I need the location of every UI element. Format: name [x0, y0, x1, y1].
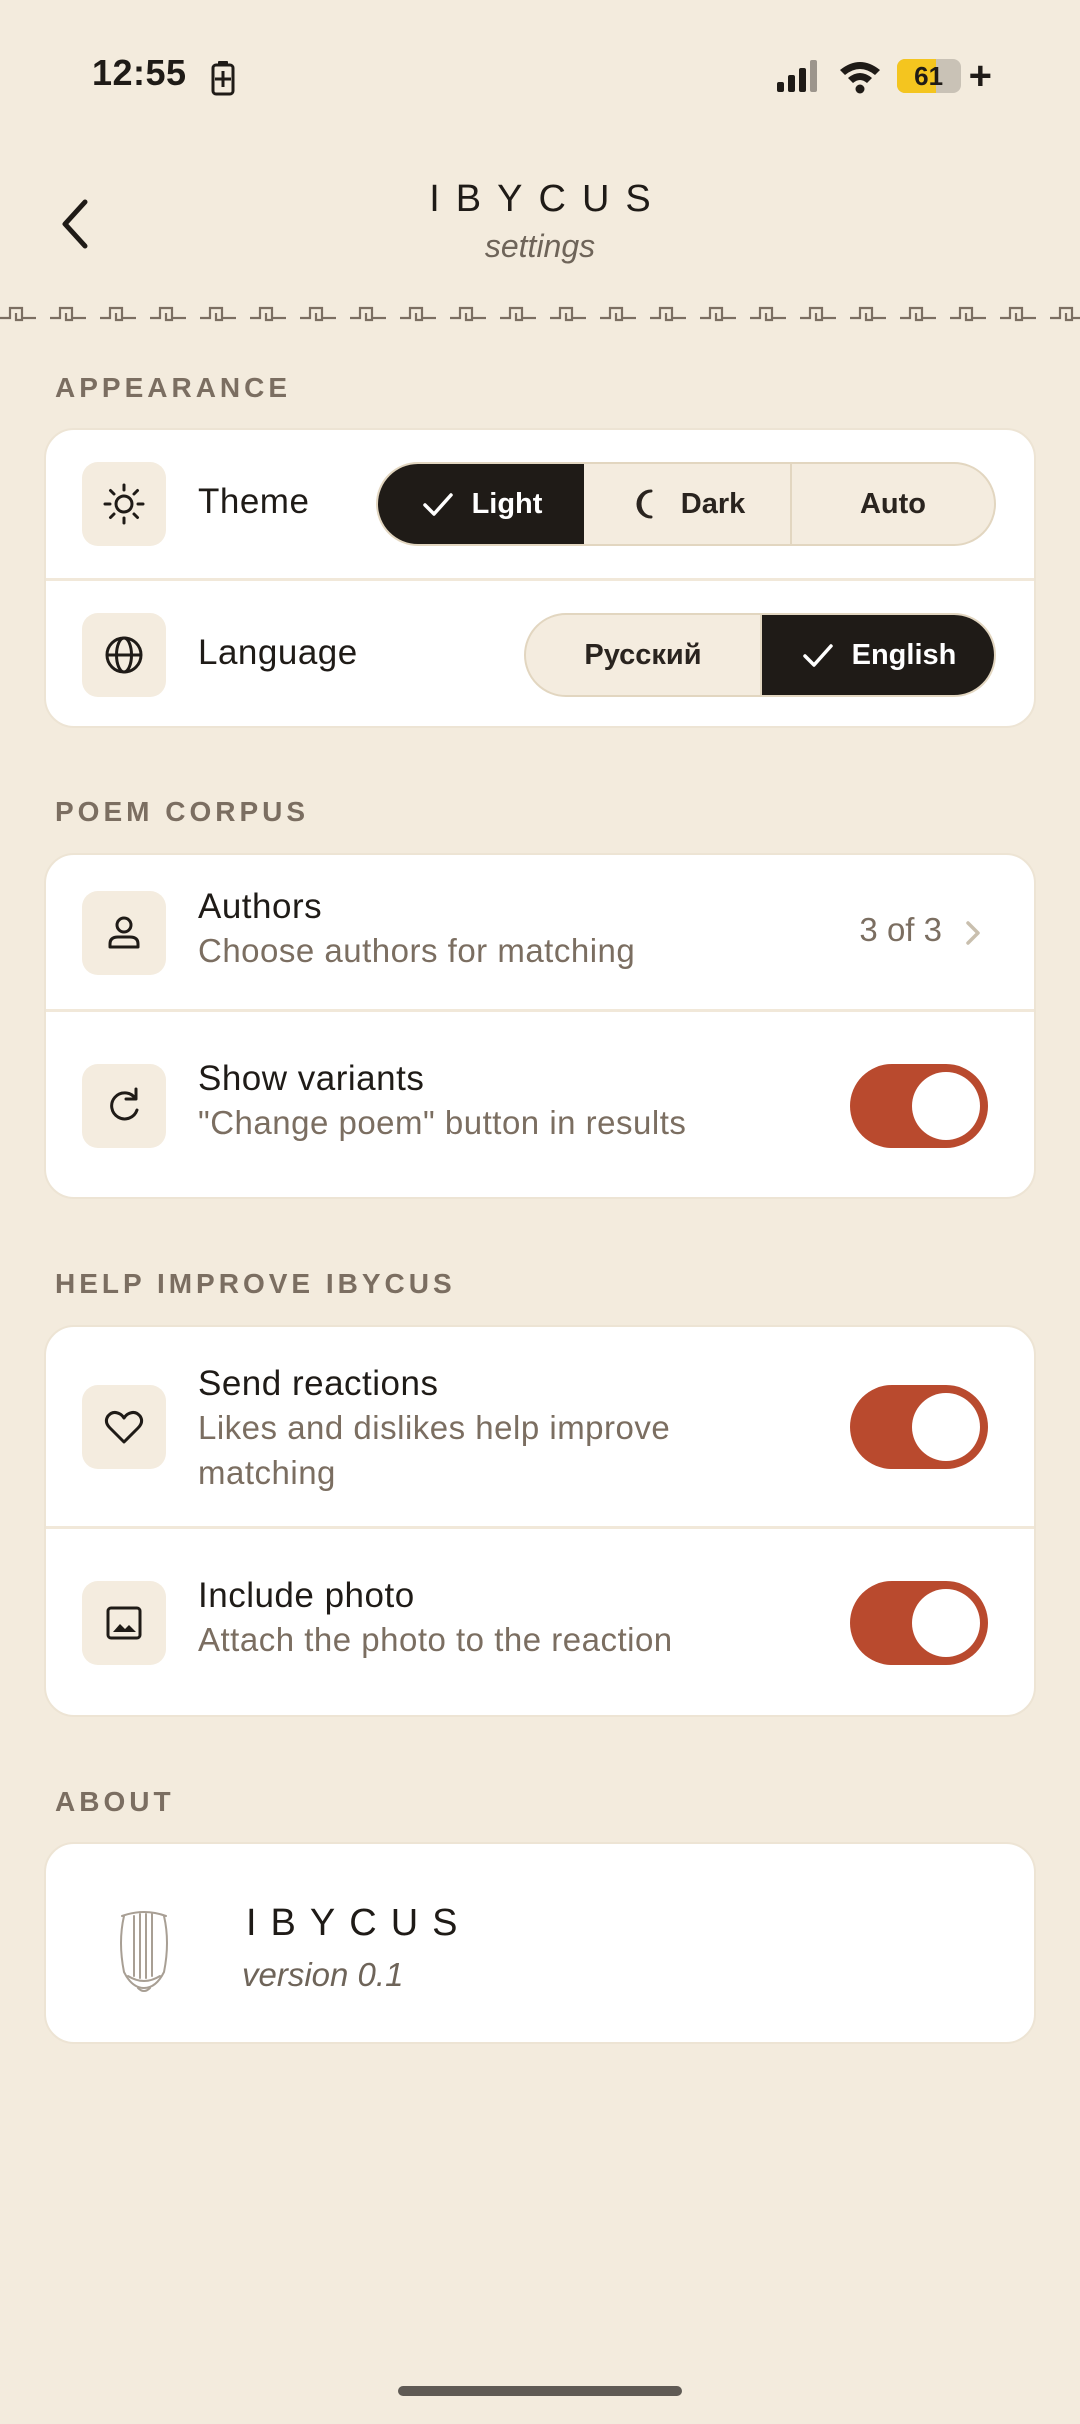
about-version: version 0.1 — [242, 1956, 404, 1993]
battery-level: 61 — [914, 61, 944, 91]
authors-subtitle: Choose authors for matching — [198, 932, 636, 969]
theme-row: Theme Light Dark Auto — [46, 430, 1034, 578]
show-variants-toggle[interactable] — [850, 1064, 988, 1148]
section-label-appearance: APPEARANCE — [55, 372, 292, 403]
include-photo-subtitle: Attach the photo to the reaction — [198, 1621, 673, 1658]
send-reactions-toggle[interactable] — [850, 1385, 988, 1469]
send-reactions-subtitle-cont: matching — [198, 1454, 336, 1491]
theme-option-light-label: Light — [471, 487, 543, 520]
section-label-help-improve: HELP IMPROVE IBYCUS — [55, 1268, 456, 1299]
language-row: Language Русский English — [46, 581, 1034, 726]
help-improve-card: Send reactions Likes and dislikes help i… — [44, 1325, 1036, 1717]
photo-icon-box — [82, 1581, 166, 1665]
status-time: 12:55 — [92, 52, 187, 93]
page-subtitle: settings — [484, 228, 596, 264]
theme-option-dark[interactable]: Dark — [584, 464, 792, 544]
section-label-poem-corpus: POEM CORPUS — [55, 796, 310, 827]
authors-count: 3 of 3 — [859, 911, 942, 948]
theme-icon-box — [82, 462, 166, 546]
about-card: IBYCUS version 0.1 — [44, 1842, 1036, 2044]
authors-icon-box — [82, 891, 166, 975]
reactions-icon-box — [82, 1385, 166, 1469]
authors-title: Authors — [198, 887, 323, 926]
theme-option-light[interactable]: Light — [378, 464, 584, 544]
refresh-icon — [110, 1087, 139, 1121]
language-option-english[interactable]: English — [762, 615, 994, 695]
include-photo-toggle[interactable] — [850, 1581, 988, 1665]
authors-row[interactable]: Authors Choose authors for matching 3 of… — [46, 855, 1034, 1009]
show-variants-title: Show variants — [198, 1059, 425, 1098]
theme-option-dark-label: Dark — [680, 487, 746, 520]
toggle-knob — [912, 1072, 980, 1140]
language-option-english-label: English — [851, 638, 957, 671]
language-option-russian[interactable]: Русский — [526, 615, 762, 695]
battery-indicator: 61 — [896, 59, 961, 93]
wifi-icon — [839, 62, 880, 94]
send-reactions-row: Send reactions Likes and dislikes help i… — [46, 1327, 1034, 1526]
heart-icon — [104, 1410, 144, 1444]
battery-saver-icon — [211, 61, 235, 96]
variants-icon-box — [82, 1064, 166, 1148]
section-label-about: ABOUT — [55, 1786, 175, 1817]
theme-segmented-control: Light Dark Auto — [376, 462, 996, 546]
include-photo-row: Include photo Attach the photo to the re… — [46, 1529, 1034, 1715]
cellular-signal-icon — [776, 60, 817, 92]
check-icon — [422, 493, 453, 516]
theme-option-auto-label: Auto — [859, 487, 927, 520]
status-bar: 12:55 61 + — [0, 0, 1080, 150]
language-segmented-control: Русский English — [524, 613, 996, 697]
theme-label: Theme — [198, 482, 310, 521]
send-reactions-subtitle: Likes and dislikes help improve — [198, 1409, 671, 1446]
toggle-knob — [912, 1589, 980, 1657]
lyre-logo-icon — [120, 1911, 168, 1992]
language-label: Language — [198, 633, 358, 672]
check-icon — [802, 644, 833, 667]
about-app-name: IBYCUS — [246, 1902, 472, 1944]
appearance-card: Theme Light Dark Auto Language Русский E… — [44, 428, 1036, 728]
language-option-russian-label: Русский — [584, 638, 702, 671]
sun-icon — [103, 483, 145, 525]
image-icon — [106, 1606, 142, 1640]
toggle-knob — [912, 1393, 980, 1461]
charging-plus: + — [968, 54, 992, 98]
theme-option-auto[interactable]: Auto — [792, 464, 994, 544]
poem-corpus-card: Authors Choose authors for matching 3 of… — [44, 853, 1036, 1199]
chevron-right-icon — [966, 921, 980, 945]
home-indicator[interactable] — [398, 2386, 682, 2396]
globe-icon — [105, 636, 143, 674]
person-icon — [108, 916, 140, 949]
show-variants-subtitle: "Change poem" button in results — [198, 1104, 687, 1141]
language-icon-box — [82, 613, 166, 697]
include-photo-title: Include photo — [198, 1576, 415, 1615]
show-variants-row: Show variants "Change poem" button in re… — [46, 1012, 1034, 1197]
status-indicators: 61 + — [775, 56, 992, 96]
send-reactions-title: Send reactions — [198, 1364, 439, 1403]
moon-icon — [636, 489, 653, 519]
page-title: IBYCUS — [429, 178, 667, 220]
greek-meander-border — [0, 298, 1080, 328]
